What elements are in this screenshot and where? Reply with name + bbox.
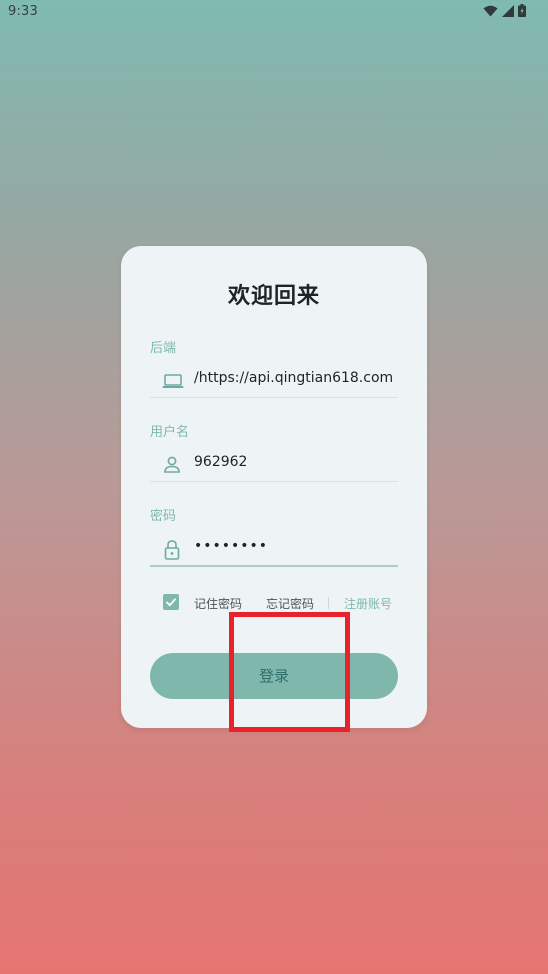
backend-input[interactable]: https://api.qingtian618.com/ (194, 370, 394, 386)
wifi-icon (483, 5, 498, 17)
page-title: 欢迎回来 (227, 284, 320, 309)
laptop-icon (162, 371, 184, 391)
person-icon (162, 455, 182, 475)
remember-label[interactable]: 记住密码 (194, 595, 242, 612)
password-label: 密码 (150, 509, 177, 524)
remember-row: 记住密码 忘记密码 注册账号 (163, 593, 403, 613)
status-bar: 9:33 (0, 0, 548, 24)
forgot-password-link[interactable]: 忘记密码 (266, 595, 314, 612)
backend-field[interactable]: https://api.qingtian618.com/ (150, 363, 398, 398)
username-label: 用户名 (150, 425, 190, 440)
status-time: 9:33 (8, 4, 38, 19)
remember-checkbox[interactable] (163, 594, 179, 610)
username-input[interactable]: 962962 (194, 454, 394, 470)
login-card: 欢迎回来 后端 https://api.qingtian618.com/ 用户名… (121, 246, 427, 728)
password-field[interactable]: •••••••• (150, 531, 398, 567)
register-link[interactable]: 注册账号 (344, 595, 392, 612)
password-input[interactable]: •••••••• (194, 538, 394, 554)
status-icons (483, 4, 526, 17)
login-button[interactable]: 登录 (150, 653, 398, 699)
backend-label: 后端 (150, 341, 177, 356)
username-field[interactable]: 962962 (150, 447, 398, 482)
divider (328, 597, 329, 609)
battery-icon (518, 4, 526, 17)
lock-icon (162, 539, 182, 560)
signal-icon (502, 4, 514, 17)
